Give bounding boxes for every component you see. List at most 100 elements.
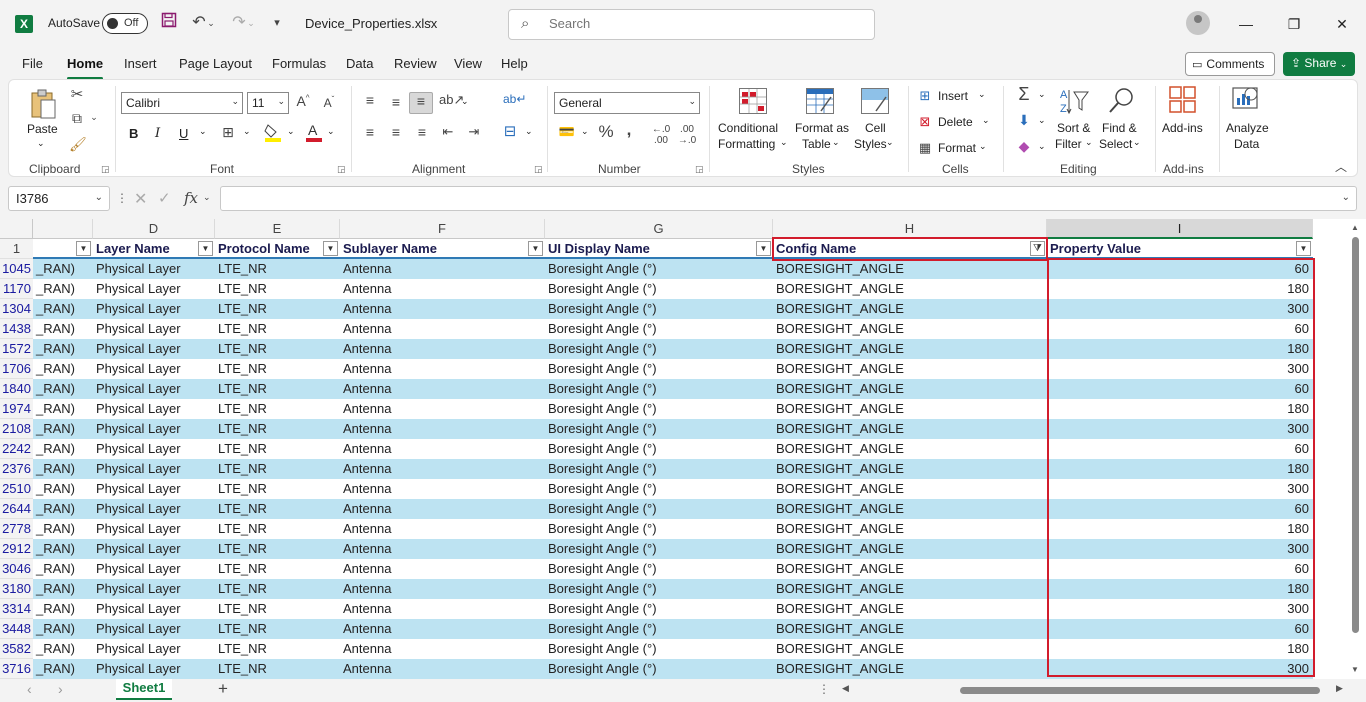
increase-indent-icon[interactable]: ⇥ xyxy=(465,124,483,140)
cell-layer-name[interactable]: Physical Layer xyxy=(93,339,215,359)
column-header-i[interactable]: I xyxy=(1047,219,1313,239)
cell-sublayer-name[interactable]: Antenna xyxy=(340,319,545,339)
row-header[interactable]: 2778 xyxy=(0,519,33,539)
cell-ui-display-name[interactable]: Boresight Angle (°) xyxy=(545,419,773,439)
cell-layer-name[interactable]: Physical Layer xyxy=(93,579,215,599)
row-header[interactable]: 3582 xyxy=(0,639,33,659)
column-header-h[interactable]: H xyxy=(773,219,1047,239)
horizontal-scroll-thumb[interactable] xyxy=(960,687,1320,694)
scroll-left-icon[interactable]: ◀ xyxy=(842,683,849,694)
decrease-font-icon[interactable]: Aˇ xyxy=(321,95,337,110)
cell-ui-display-name[interactable]: Boresight Angle (°) xyxy=(545,379,773,399)
row-header[interactable]: 3314 xyxy=(0,599,33,619)
number-format-select[interactable]: General ⌄ xyxy=(554,92,700,114)
autosave-toggle[interactable]: Off xyxy=(102,13,148,34)
cell-ui-display-name[interactable]: Boresight Angle (°) xyxy=(545,439,773,459)
cell-config-name[interactable]: BORESIGHT_ANGLE xyxy=(773,599,1047,619)
cell-truncated[interactable]: _RAN) xyxy=(33,579,93,599)
alignment-launcher-icon[interactable]: ◲ xyxy=(534,164,543,175)
merge-dropdown-icon[interactable]: ⌄ xyxy=(525,126,533,137)
cell-layer-name[interactable]: Physical Layer xyxy=(93,379,215,399)
cell-truncated[interactable]: _RAN) xyxy=(33,519,93,539)
cell-layer-name[interactable]: Physical Layer xyxy=(93,519,215,539)
chevron-down-icon[interactable]: ⌄ xyxy=(203,192,211,203)
row-header[interactable]: 1438 xyxy=(0,319,33,339)
cell-sublayer-name[interactable]: Antenna xyxy=(340,339,545,359)
filter-dropdown-icon[interactable]: ▼ xyxy=(756,241,771,256)
cell-protocol-name[interactable]: LTE_NR xyxy=(215,399,340,419)
filter-dropdown-icon[interactable]: ▼ xyxy=(76,241,91,256)
accounting-dropdown-icon[interactable]: ⌄ xyxy=(581,126,589,137)
cell-layer-name[interactable]: Physical Layer xyxy=(93,319,215,339)
tab-file[interactable]: File xyxy=(22,56,43,71)
accounting-format-icon[interactable]: 💳 xyxy=(557,124,577,140)
clipboard-launcher-icon[interactable]: ◲ xyxy=(101,164,110,175)
cell-protocol-name[interactable]: LTE_NR xyxy=(215,279,340,299)
autosum-icon[interactable]: Σ xyxy=(1015,84,1033,105)
cell-config-name[interactable]: BORESIGHT_ANGLE xyxy=(773,539,1047,559)
cell-sublayer-name[interactable]: Antenna xyxy=(340,599,545,619)
cell-truncated[interactable]: _RAN) xyxy=(33,439,93,459)
cell-protocol-name[interactable]: LTE_NR xyxy=(215,479,340,499)
cell-sublayer-name[interactable]: Antenna xyxy=(340,459,545,479)
decrease-indent-icon[interactable]: ⇤ xyxy=(439,124,457,140)
cell-layer-name[interactable]: Physical Layer xyxy=(93,639,215,659)
cell-layer-name[interactable]: Physical Layer xyxy=(93,559,215,579)
horizontal-scrollbar[interactable] xyxy=(856,684,1332,696)
tab-review[interactable]: Review xyxy=(394,56,437,71)
cell-ui-display-name[interactable]: Boresight Angle (°) xyxy=(545,459,773,479)
align-bottom-icon[interactable]: ≡ xyxy=(409,92,433,114)
row-header[interactable]: 2912 xyxy=(0,539,33,559)
cell-config-name[interactable]: BORESIGHT_ANGLE xyxy=(773,619,1047,639)
search-box[interactable]: ⌕ xyxy=(508,9,875,40)
sheet-tab-sheet1[interactable]: Sheet1 xyxy=(116,679,172,700)
cell-config-name[interactable]: BORESIGHT_ANGLE xyxy=(773,379,1047,399)
cell-sublayer-name[interactable]: Antenna xyxy=(340,499,545,519)
row-header[interactable]: 1572 xyxy=(0,339,33,359)
cell-ui-display-name[interactable]: Boresight Angle (°) xyxy=(545,339,773,359)
filter-dropdown-icon[interactable]: ▼ xyxy=(198,241,213,256)
scroll-right-icon[interactable]: ▶ xyxy=(1336,683,1343,694)
row-header[interactable]: 3180 xyxy=(0,579,33,599)
cell-truncated[interactable]: _RAN) xyxy=(33,299,93,319)
cell-sublayer-name[interactable]: Antenna xyxy=(340,579,545,599)
cell-config-name[interactable]: BORESIGHT_ANGLE xyxy=(773,579,1047,599)
name-box[interactable]: I3786 ⌄ xyxy=(8,186,110,211)
font-size-select[interactable]: 11 ⌄ xyxy=(247,92,289,114)
cell-sublayer-name[interactable]: Antenna xyxy=(340,639,545,659)
row-header[interactable]: 2242 xyxy=(0,439,33,459)
cell-config-name[interactable]: BORESIGHT_ANGLE xyxy=(773,519,1047,539)
cell-truncated[interactable]: _RAN) xyxy=(33,539,93,559)
header-cell-layer-name[interactable]: Layer Name xyxy=(93,239,215,259)
tab-help[interactable]: Help xyxy=(501,56,528,71)
underline-button[interactable]: U xyxy=(179,126,188,141)
orientation-icon[interactable]: ab↗ xyxy=(439,92,464,108)
cell-layer-name[interactable]: Physical Layer xyxy=(93,479,215,499)
cell-config-name[interactable]: BORESIGHT_ANGLE xyxy=(773,639,1047,659)
save-icon[interactable] xyxy=(158,12,180,34)
row-header[interactable]: 2108 xyxy=(0,419,33,439)
cell-layer-name[interactable]: Physical Layer xyxy=(93,539,215,559)
cell-protocol-name[interactable]: LTE_NR xyxy=(215,499,340,519)
cell-protocol-name[interactable]: LTE_NR xyxy=(215,639,340,659)
clear-icon[interactable]: ◆ xyxy=(1015,138,1033,155)
cell-config-name[interactable]: BORESIGHT_ANGLE xyxy=(773,559,1047,579)
cell-truncated[interactable]: _RAN) xyxy=(33,559,93,579)
underline-dropdown-icon[interactable]: ⌄ xyxy=(199,126,207,137)
cell-config-name[interactable]: BORESIGHT_ANGLE xyxy=(773,439,1047,459)
cell-sublayer-name[interactable]: Antenna xyxy=(340,479,545,499)
cell-layer-name[interactable]: Physical Layer xyxy=(93,459,215,479)
row-header[interactable]: 1706 xyxy=(0,359,33,379)
cell-truncated[interactable]: _RAN) xyxy=(33,359,93,379)
cell-truncated[interactable]: _RAN) xyxy=(33,659,93,679)
percent-style-icon[interactable]: % xyxy=(597,122,615,142)
row-header[interactable]: 1 xyxy=(0,239,33,259)
row-header[interactable]: 3716 xyxy=(0,659,33,679)
column-header-e[interactable]: E xyxy=(215,219,340,239)
cell-protocol-name[interactable]: LTE_NR xyxy=(215,339,340,359)
row-header[interactable]: 1045 xyxy=(0,259,33,279)
font-name-select[interactable]: Calibri ⌄ xyxy=(121,92,243,114)
row-header[interactable]: 2644 xyxy=(0,499,33,519)
cell-truncated[interactable]: _RAN) xyxy=(33,279,93,299)
column-header-f[interactable]: F xyxy=(340,219,545,239)
